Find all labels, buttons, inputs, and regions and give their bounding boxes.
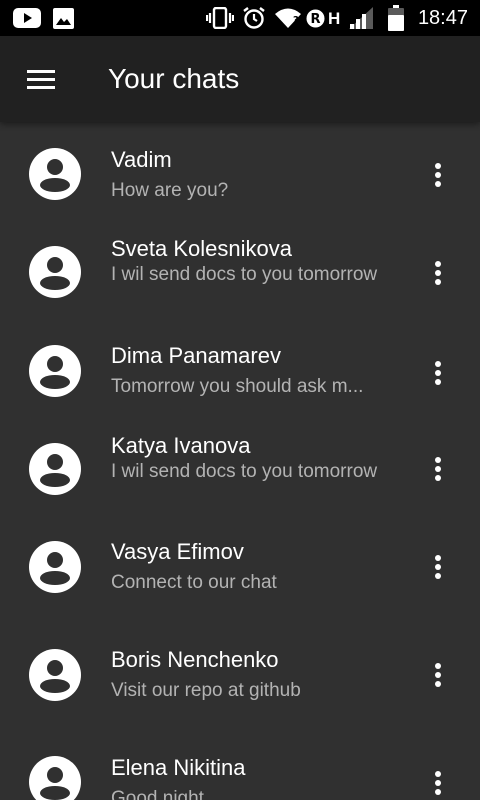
chat-name: Elena Nikitina [111, 755, 246, 780]
page-title: Your chats [108, 63, 240, 94]
svg-text:?: ? [293, 15, 299, 26]
more-vert-icon [435, 555, 441, 579]
chat-item-dima-panamarev[interactable]: Dima Panamarev Tomorrow you should ask m… [0, 318, 480, 416]
more-options-button[interactable] [426, 768, 450, 798]
chat-message: Visit our repo at github [111, 680, 301, 701]
chat-item-vadim[interactable]: Vadim How are you? [0, 122, 480, 220]
chat-message: How are you? [111, 180, 229, 201]
svg-text:R: R [310, 12, 320, 27]
hamburger-menu-icon [27, 70, 55, 89]
chat-message: I wil send docs to you tomorrow [111, 264, 378, 285]
status-time: 18:47 [417, 7, 468, 29]
more-vert-icon [435, 457, 441, 481]
avatar-icon [29, 649, 81, 701]
chat-message: Tomorrow you should ask m... [111, 376, 364, 397]
menu-button[interactable] [20, 58, 62, 100]
wifi-icon: ? [273, 0, 303, 36]
more-vert-icon [435, 261, 441, 285]
chat-name: Sveta Kolesnikova [111, 236, 292, 261]
chat-item-vasya-efimov[interactable]: Vasya Efimov Connect to our chat [0, 514, 480, 620]
more-options-button[interactable] [426, 454, 450, 484]
avatar-icon [29, 541, 81, 593]
avatar-icon [29, 756, 81, 800]
chat-name: Vasya Efimov [111, 539, 244, 564]
more-options-button[interactable] [426, 358, 450, 388]
chat-item-katya-ivanova[interactable]: Katya Ivanova I wil send docs to you tom… [0, 416, 480, 514]
avatar-icon [29, 443, 81, 495]
chat-message: Connect to our chat [111, 572, 277, 593]
roaming-icon: R [305, 0, 325, 36]
more-vert-icon [435, 361, 441, 385]
app-bar: Your chats [0, 36, 480, 122]
chat-item-boris-nenchenko[interactable]: Boris Nenchenko Visit our repo at github [0, 620, 480, 730]
vibrate-icon [206, 0, 234, 36]
more-vert-icon [435, 163, 441, 187]
chat-name: Dima Panamarev [111, 343, 281, 368]
more-vert-icon [435, 663, 441, 687]
chat-item-elena-nikitina[interactable]: Elena Nikitina Good night [0, 730, 480, 800]
more-options-button[interactable] [426, 660, 450, 690]
avatar-icon [29, 148, 81, 200]
chat-name: Katya Ivanova [111, 433, 251, 458]
battery-icon [386, 0, 406, 36]
chat-name: Vadim [111, 147, 172, 172]
avatar-icon [29, 345, 81, 397]
signal-icon [347, 0, 375, 36]
network-type-label: H [328, 9, 341, 28]
alarm-icon [241, 0, 267, 36]
more-vert-icon [435, 771, 441, 795]
chat-item-sveta-kolesnikova[interactable]: Sveta Kolesnikova I wil send docs to you… [0, 220, 480, 318]
more-options-button[interactable] [426, 552, 450, 582]
chat-message: I wil send docs to you tomorrow [111, 461, 378, 482]
avatar-icon [29, 246, 81, 298]
chat-name: Boris Nenchenko [111, 647, 279, 672]
chat-list[interactable]: Vadim How are you? Sveta Kolesnikova I w… [0, 122, 480, 800]
chat-message: Good night [111, 788, 204, 800]
image-icon [52, 0, 74, 36]
youtube-icon [12, 0, 42, 36]
more-options-button[interactable] [426, 258, 450, 288]
status-bar: ? R H 18:47 [0, 0, 480, 36]
more-options-button[interactable] [426, 160, 450, 190]
